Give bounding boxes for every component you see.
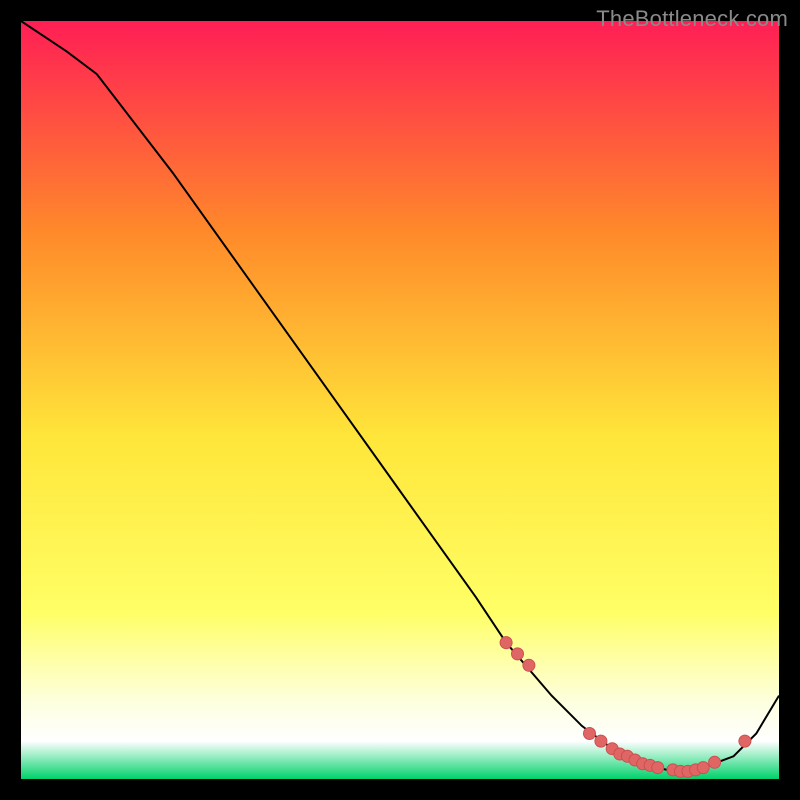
watermark-text: TheBottleneck.com bbox=[596, 6, 788, 32]
curve-marker bbox=[697, 762, 709, 774]
curve-marker bbox=[595, 735, 607, 747]
curve-marker bbox=[739, 735, 751, 747]
chart-svg bbox=[21, 21, 779, 779]
curve-marker bbox=[523, 659, 535, 671]
curve-marker bbox=[652, 762, 664, 774]
curve-marker bbox=[500, 637, 512, 649]
plot-area bbox=[21, 21, 779, 779]
curve-marker bbox=[584, 728, 596, 740]
chart-frame: TheBottleneck.com bbox=[0, 0, 800, 800]
curve-marker bbox=[709, 756, 721, 768]
curve-marker bbox=[512, 648, 524, 660]
gradient-background bbox=[21, 21, 779, 779]
